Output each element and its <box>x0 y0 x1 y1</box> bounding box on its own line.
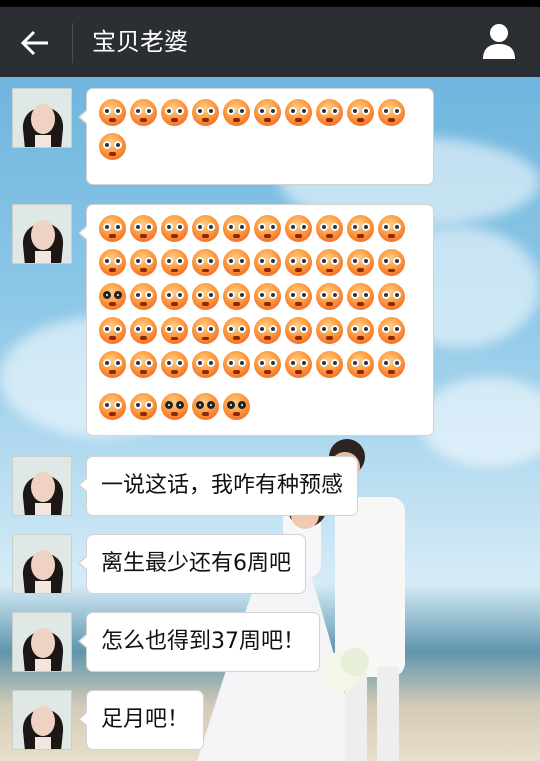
text-message-bubble[interactable]: 足月吧！ <box>77 690 205 750</box>
shocked-emoji-icon <box>192 215 219 242</box>
shocked-emoji-icon <box>161 317 188 344</box>
text-message-bubble[interactable]: 离生最少还有6周吧 <box>78 534 306 594</box>
shocked-emoji-icon <box>192 283 219 310</box>
text-message-bubble[interactable]: 怎么也得到37周吧！ <box>78 612 320 672</box>
shocked-emoji-icon <box>316 351 343 378</box>
shocked-emoji-icon <box>347 215 374 242</box>
shocked-emoji-icon <box>254 249 281 276</box>
contact-avatar[interactable] <box>12 456 72 516</box>
shocked-emoji-icon <box>99 99 126 126</box>
shocked-emoji-icon <box>192 351 219 378</box>
shocked-emoji-icon <box>99 393 126 420</box>
shocked-emoji-icon <box>99 133 126 160</box>
shocked-emoji-icon <box>161 283 188 310</box>
shocked-emoji-icon <box>316 99 343 126</box>
shocked-emoji-icon <box>254 215 281 242</box>
shocked-emoji-icon <box>285 99 312 126</box>
arrow-left-icon <box>20 30 48 56</box>
shocked-emoji-icon <box>316 215 343 242</box>
shocked-emoji-icon <box>192 249 219 276</box>
avatar-photo <box>13 205 71 263</box>
text-message-bubble[interactable]: 一说这话，我咋有种预感 <box>77 456 359 516</box>
shocked-emoji-icon <box>378 283 405 310</box>
shocked-emoji-icon <box>347 283 374 310</box>
shocked-emoji-icon <box>130 351 157 378</box>
shocked-emoji-icon <box>99 317 126 344</box>
shocked-emoji-icon <box>161 99 188 126</box>
shocked-emoji-icon <box>378 249 405 276</box>
angry-emoji-icon <box>192 393 219 420</box>
emoji-message-bubble[interactable] <box>78 204 434 436</box>
contact-avatar[interactable] <box>12 612 72 672</box>
shocked-emoji-icon <box>223 283 250 310</box>
shocked-emoji-icon <box>223 249 250 276</box>
angry-emoji-icon <box>223 393 250 420</box>
shocked-emoji-icon <box>254 317 281 344</box>
shocked-emoji-icon <box>285 283 312 310</box>
header-divider <box>72 23 73 63</box>
chat-title: 宝贝老婆 <box>92 28 188 56</box>
shocked-emoji-icon <box>254 351 281 378</box>
shocked-emoji-icon <box>161 249 188 276</box>
avatar-photo <box>13 535 71 593</box>
shocked-emoji-icon <box>130 215 157 242</box>
shocked-emoji-icon <box>347 351 374 378</box>
shocked-emoji-icon <box>347 317 374 344</box>
shocked-emoji-icon <box>223 351 250 378</box>
angry-emoji-icon <box>99 283 126 310</box>
shocked-emoji-icon <box>99 249 126 276</box>
emoji-grid <box>87 89 433 167</box>
message-text: 怎么也得到37周吧！ <box>101 629 305 654</box>
back-button[interactable] <box>14 21 58 65</box>
shocked-emoji-icon <box>347 249 374 276</box>
shocked-emoji-icon <box>130 249 157 276</box>
shocked-emoji-icon <box>285 215 312 242</box>
shocked-emoji-icon <box>378 351 405 378</box>
contact-avatar[interactable] <box>12 534 72 594</box>
shocked-emoji-icon <box>192 317 219 344</box>
shocked-emoji-icon <box>378 317 405 344</box>
shocked-emoji-icon <box>161 215 188 242</box>
shocked-emoji-icon <box>130 317 157 344</box>
shocked-emoji-icon <box>223 215 250 242</box>
shocked-emoji-icon <box>316 317 343 344</box>
angry-emoji-icon <box>161 393 188 420</box>
shocked-emoji-icon <box>192 99 219 126</box>
shocked-emoji-icon <box>254 99 281 126</box>
contact-avatar[interactable] <box>12 204 72 264</box>
person-icon <box>483 24 515 59</box>
contact-avatar[interactable] <box>12 690 72 750</box>
shocked-emoji-icon <box>99 351 126 378</box>
shocked-emoji-icon <box>285 317 312 344</box>
shocked-emoji-icon <box>378 215 405 242</box>
shocked-emoji-icon <box>130 283 157 310</box>
avatar-photo <box>13 457 71 515</box>
message-text: 离生最少还有6周吧 <box>101 551 291 576</box>
shocked-emoji-icon <box>316 249 343 276</box>
shocked-emoji-icon <box>223 99 250 126</box>
shocked-emoji-icon <box>378 99 405 126</box>
avatar-photo <box>13 691 71 749</box>
shocked-emoji-icon <box>285 351 312 378</box>
status-bar <box>0 0 540 7</box>
shocked-emoji-icon <box>223 317 250 344</box>
shocked-emoji-icon <box>130 393 157 420</box>
avatar-photo <box>13 89 71 147</box>
shocked-emoji-icon <box>99 215 126 242</box>
shocked-emoji-icon <box>285 249 312 276</box>
emoji-message-bubble[interactable] <box>78 88 434 185</box>
message-text: 一说这话，我咋有种预感 <box>101 473 344 498</box>
chat-header: 宝贝老婆 <box>0 7 540 77</box>
shocked-emoji-icon <box>316 283 343 310</box>
emoji-grid <box>87 205 433 427</box>
shocked-emoji-icon <box>130 99 157 126</box>
avatar-photo <box>13 613 71 671</box>
contact-avatar[interactable] <box>12 88 72 148</box>
message-text: 足月吧！ <box>101 707 190 732</box>
emoji-row-spacer <box>99 385 433 393</box>
contact-profile-button[interactable] <box>480 21 518 61</box>
shocked-emoji-icon <box>347 99 374 126</box>
shocked-emoji-icon <box>254 283 281 310</box>
shocked-emoji-icon <box>161 351 188 378</box>
